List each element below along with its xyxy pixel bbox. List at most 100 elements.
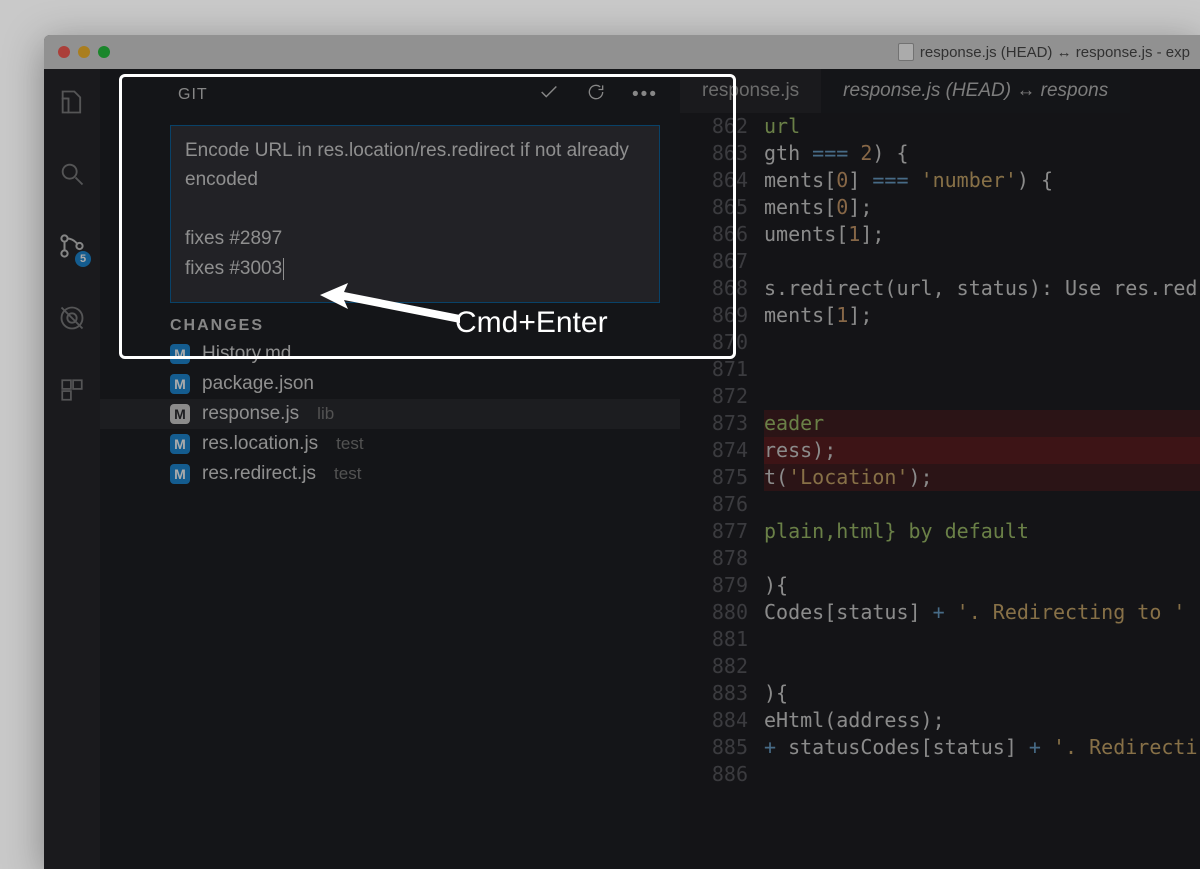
- line-number: 866: [680, 221, 764, 248]
- line-text: [764, 491, 1200, 518]
- line-text: [764, 356, 1200, 383]
- commit-check-icon[interactable]: [538, 81, 560, 109]
- code-line: 869ments[1];: [680, 302, 1200, 329]
- code-line: 870: [680, 329, 1200, 356]
- line-number: 879: [680, 572, 764, 599]
- change-filename: res.location.js: [202, 433, 318, 455]
- line-number: 883: [680, 680, 764, 707]
- text-cursor: [283, 258, 284, 280]
- line-number: 864: [680, 167, 764, 194]
- traffic-lights: [58, 46, 110, 58]
- modified-badge: M: [170, 374, 190, 394]
- line-number: 878: [680, 545, 764, 572]
- code-line: 866uments[1];: [680, 221, 1200, 248]
- code-line: 877plain,html} by default: [680, 518, 1200, 545]
- line-number: 880: [680, 599, 764, 626]
- change-filename: History.md: [202, 343, 291, 365]
- line-number: 877: [680, 518, 764, 545]
- code-line: 874ress);: [680, 437, 1200, 464]
- code-line: 876: [680, 491, 1200, 518]
- change-filename: package.json: [202, 373, 314, 395]
- line-text: url: [764, 113, 1200, 140]
- annotation-arrow-icon: [320, 283, 460, 348]
- extensions-icon[interactable]: [57, 375, 87, 405]
- more-actions-icon[interactable]: •••: [632, 84, 658, 106]
- change-row[interactable]: Mres.redirect.js test: [100, 459, 680, 489]
- scm-badge: 5: [75, 251, 91, 267]
- line-text: uments[1];: [764, 221, 1200, 248]
- change-filename: res.redirect.js: [202, 463, 316, 485]
- explorer-icon[interactable]: [57, 87, 87, 117]
- line-number: 863: [680, 140, 764, 167]
- line-text: ){: [764, 680, 1200, 707]
- line-number: 885: [680, 734, 764, 761]
- refresh-icon[interactable]: [586, 82, 606, 108]
- commit-message-input[interactable]: Encode URL in res.location/res.redirect …: [170, 125, 660, 303]
- code-line: 867: [680, 248, 1200, 275]
- change-row[interactable]: Mresponse.jslib: [100, 399, 680, 429]
- tab-diff[interactable]: response.js (HEAD) ↔ respons: [821, 69, 1130, 113]
- annotation-label: Cmd+Enter: [455, 306, 608, 340]
- app-window: response.js (HEAD) ↔ response.js - exp 5: [44, 35, 1200, 869]
- line-number: 869: [680, 302, 764, 329]
- line-text: ments[1];: [764, 302, 1200, 329]
- window-title: response.js (HEAD) ↔ response.js - exp: [898, 43, 1190, 61]
- code-line: 880Codes[status] + '. Redirecting to ': [680, 599, 1200, 626]
- code-line: 865ments[0];: [680, 194, 1200, 221]
- code-line: 878: [680, 545, 1200, 572]
- modified-badge: M: [170, 464, 190, 484]
- commit-message-text: Encode URL in res.location/res.redirect …: [185, 140, 634, 279]
- code-line: 875t('Location');: [680, 464, 1200, 491]
- code-line: 863gth === 2) {: [680, 140, 1200, 167]
- line-text: [764, 329, 1200, 356]
- line-text: plain,html} by default: [764, 518, 1200, 545]
- code-line: 871: [680, 356, 1200, 383]
- debug-icon[interactable]: [57, 303, 87, 333]
- line-number: 875: [680, 464, 764, 491]
- modified-badge: M: [170, 434, 190, 454]
- change-dir: lib: [317, 404, 334, 424]
- zoom-window-button[interactable]: [98, 46, 110, 58]
- line-number: 867: [680, 248, 764, 275]
- titlebar: response.js (HEAD) ↔ response.js - exp: [44, 35, 1200, 69]
- line-number: 884: [680, 707, 764, 734]
- source-control-icon[interactable]: 5: [57, 231, 87, 261]
- change-row[interactable]: Mres.location.jstest: [100, 429, 680, 459]
- line-number: 874: [680, 437, 764, 464]
- code-line: 868s.redirect(url, status): Use res.red: [680, 275, 1200, 302]
- line-text: [764, 653, 1200, 680]
- line-text: s.redirect(url, status): Use res.red: [764, 275, 1200, 302]
- change-dir: test: [334, 464, 361, 484]
- line-text: [764, 545, 1200, 572]
- code-line: 873eader: [680, 410, 1200, 437]
- line-number: 881: [680, 626, 764, 653]
- scm-actions: •••: [538, 81, 658, 109]
- code-view[interactable]: 862url863gth === 2) {864ments[0] === 'nu…: [680, 113, 1200, 869]
- minimize-window-button[interactable]: [78, 46, 90, 58]
- line-text: [764, 626, 1200, 653]
- code-line: 872: [680, 383, 1200, 410]
- editor-tabs: response.js response.js (HEAD) ↔ respons: [680, 69, 1200, 113]
- line-text: ress);: [764, 437, 1200, 464]
- changes-list: MHistory.mdMpackage.jsonMresponse.jslibM…: [100, 339, 680, 489]
- code-line: 883){: [680, 680, 1200, 707]
- search-icon[interactable]: [57, 159, 87, 189]
- change-filename: response.js: [202, 403, 299, 425]
- line-number: 868: [680, 275, 764, 302]
- line-text: ments[0];: [764, 194, 1200, 221]
- line-number: 871: [680, 356, 764, 383]
- change-row[interactable]: Mpackage.json: [100, 369, 680, 399]
- tab-response-js[interactable]: response.js: [680, 69, 821, 113]
- line-text: Codes[status] + '. Redirecting to ': [764, 599, 1200, 626]
- modified-badge: M: [170, 344, 190, 364]
- scm-title: GIT: [178, 86, 208, 104]
- close-window-button[interactable]: [58, 46, 70, 58]
- window-title-text: response.js (HEAD) ↔ response.js - exp: [920, 44, 1190, 61]
- line-number: 862: [680, 113, 764, 140]
- code-line: 879){: [680, 572, 1200, 599]
- line-text: t('Location');: [764, 464, 1200, 491]
- line-number: 886: [680, 761, 764, 788]
- line-number: 872: [680, 383, 764, 410]
- code-line: 864ments[0] === 'number') {: [680, 167, 1200, 194]
- line-text: gth === 2) {: [764, 140, 1200, 167]
